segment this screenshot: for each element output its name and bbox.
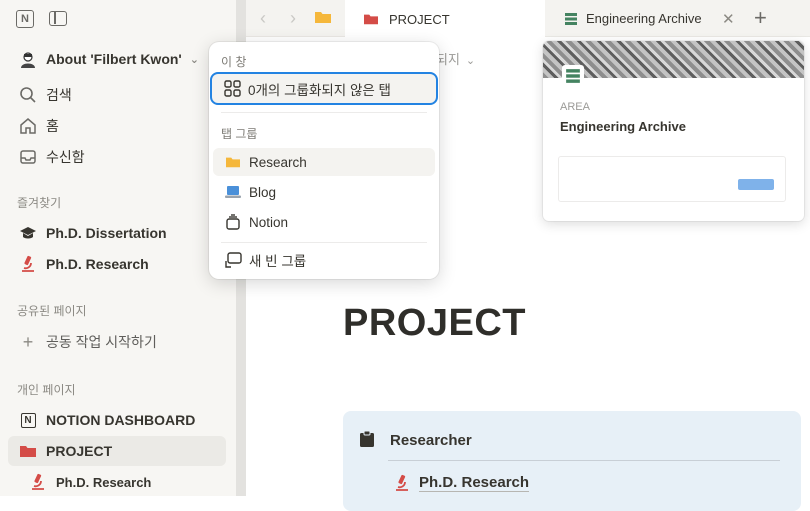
folder-icon: [315, 12, 331, 23]
sidebar-item-label: 수신함: [46, 149, 85, 165]
close-icon[interactable]: ✕: [722, 10, 735, 28]
this-window-heading: 이 창: [221, 55, 247, 69]
sidebar-item-label: 홈: [46, 118, 59, 134]
start-collaboration-button[interactable]: + 공동 작업 시작하기: [8, 327, 226, 357]
tab-engineering-archive[interactable]: Engineering Archive ✕: [546, 0, 744, 37]
sidebar-item-label: 검색: [46, 87, 72, 103]
sidebar-item-phd-research[interactable]: Ph.D. Research: [8, 249, 226, 279]
search-icon: [18, 85, 38, 105]
microscope-icon: [28, 472, 48, 492]
callout-link[interactable]: Ph.D. Research: [393, 474, 530, 492]
laptop-icon: [223, 182, 243, 202]
callout-divider: [388, 460, 780, 461]
preview-thumbnail-button: [738, 179, 774, 190]
archive-icon: [562, 65, 584, 87]
page-title: PROJECT: [343, 302, 526, 344]
sidebar-item-phd-dissertation[interactable]: Ph.D. Dissertation: [8, 218, 226, 248]
ungrouped-tabs-item[interactable]: 0개의 그룹화되지 않은 탭: [210, 72, 438, 105]
tab-project[interactable]: PROJECT: [345, 0, 545, 38]
sidebar-item-inbox[interactable]: 수신함: [8, 142, 226, 172]
group-item-research[interactable]: Research: [213, 148, 435, 176]
tab-preview-card[interactable]: AREA Engineering Archive: [543, 41, 804, 221]
sidebar-item-label: 공동 작업 시작하기: [46, 334, 157, 350]
popup-divider: [221, 242, 427, 243]
notion-stack-icon: [223, 212, 243, 232]
grid-icon: [222, 79, 242, 99]
sidebar-item-project[interactable]: PROJECT: [8, 436, 226, 466]
graduation-cap-icon: [18, 223, 38, 243]
workspace-switcher[interactable]: About 'Filbert Kwon' ⌄: [8, 44, 226, 74]
sidebar-toggle-icon[interactable]: [49, 11, 67, 26]
sidebar-item-label: NOTION DASHBOARD: [46, 412, 196, 428]
breadcrumb-fragment: 되지 ⌄: [436, 52, 476, 67]
item-label: Research: [249, 154, 307, 170]
sidebar-item-notion-dashboard[interactable]: N NOTION DASHBOARD: [8, 405, 226, 435]
preview-kind: AREA: [560, 101, 590, 113]
avatar: [18, 49, 38, 69]
popup-divider: [221, 112, 427, 113]
folder-icon: [223, 152, 243, 172]
sidebar-item-label: Ph.D. Dissertation: [46, 225, 167, 241]
callout-block: Researcher Ph.D. Research: [343, 411, 801, 511]
chevron-down-icon: ⌄: [465, 55, 476, 67]
folder-icon: [18, 441, 38, 461]
new-empty-group-button[interactable]: 새 빈 그룹: [213, 246, 435, 274]
group-item-blog[interactable]: Blog: [213, 178, 435, 206]
microscope-icon: [396, 474, 408, 491]
home-icon: [18, 116, 38, 136]
sidebar-item-label: Ph.D. Research: [56, 474, 152, 490]
tab-label: Engineering Archive: [586, 11, 702, 26]
item-label: Notion: [249, 214, 289, 230]
sidebar-item-label: Ph.D. Research: [46, 256, 149, 272]
plus-icon: +: [22, 331, 34, 352]
tab-groups-popup: 이 창 0개의 그룹화되지 않은 탭 탭 그룹 Research Blog No…: [209, 42, 439, 279]
group-item-notion[interactable]: Notion: [213, 208, 435, 236]
private-heading: 개인 페이지: [17, 383, 76, 397]
folder-icon: [364, 14, 378, 25]
clipboard-icon: [359, 430, 375, 448]
workspace-name: About 'Filbert Kwon': [46, 51, 182, 67]
favorites-heading: 즐겨찾기: [17, 196, 62, 210]
tab-groups-heading: 탭 그룹: [221, 127, 258, 141]
sidebar-item-search[interactable]: 검색: [8, 80, 226, 110]
shared-heading: 공유된 페이지: [17, 304, 87, 318]
tab-groups-button[interactable]: [314, 9, 336, 29]
tab-label: PROJECT: [389, 11, 450, 27]
back-button[interactable]: ‹: [260, 8, 276, 28]
new-group-icon: [223, 250, 243, 270]
item-label: 0개의 그룹화되지 않은 탭: [248, 82, 391, 98]
forward-button[interactable]: ›: [290, 8, 306, 28]
notion-icon: N: [18, 410, 38, 430]
sidebar: N About 'Filbert Kwon' ⌄ 검색 홈 수신함 즐겨찾기 P…: [0, 0, 236, 496]
preview-title: Engineering Archive: [560, 119, 686, 134]
inbox-icon: [18, 147, 38, 167]
sidebar-item-phd-research-child[interactable]: Ph.D. Research: [18, 467, 236, 496]
sidebar-item-label: PROJECT: [46, 443, 113, 459]
chevron-down-icon: ⌄: [189, 53, 199, 66]
item-label: 새 빈 그룹: [249, 254, 307, 269]
notion-logo-icon[interactable]: N: [16, 10, 34, 28]
new-tab-button[interactable]: +: [754, 5, 767, 31]
microscope-icon: [18, 254, 38, 274]
sidebar-item-home[interactable]: 홈: [8, 111, 226, 141]
item-label: Blog: [249, 184, 277, 200]
archive-icon: [565, 12, 577, 25]
preview-thumbnail: [558, 156, 786, 202]
callout-title: Researcher: [390, 432, 472, 449]
